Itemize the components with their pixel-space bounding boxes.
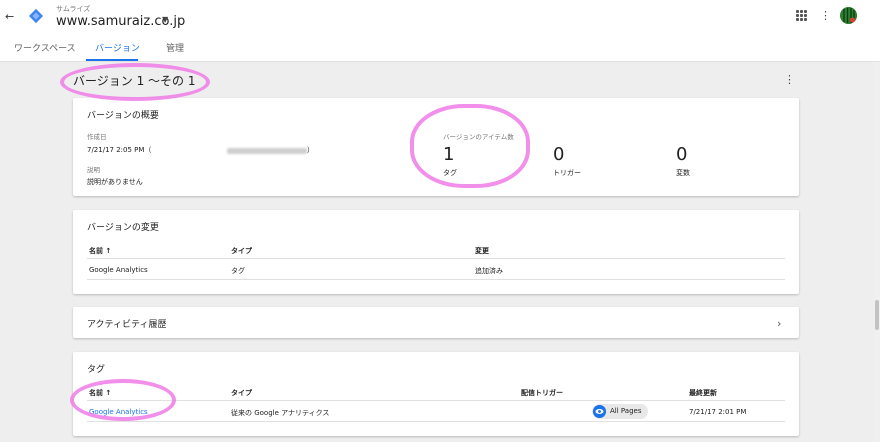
variable-count: 0 xyxy=(676,144,688,165)
tag-count: 1 xyxy=(443,144,455,165)
scrollbar-track[interactable] xyxy=(874,62,880,442)
card-title: バージョンの変更 xyxy=(87,223,159,233)
row-type: 従来の Google アナリティクス xyxy=(231,409,330,417)
trigger-count-label: トリガー xyxy=(553,169,581,177)
created-value: 7/21/17 2:05 PM（ xyxy=(87,146,152,154)
tag-name-link[interactable]: Google Analytics xyxy=(89,408,148,416)
column-header-type[interactable]: タイプ xyxy=(231,246,252,256)
card-title: アクティビティ履歴 xyxy=(87,320,167,330)
scrollbar-thumb[interactable] xyxy=(875,300,879,330)
more-vert-icon[interactable]: ⋮ xyxy=(784,73,795,86)
version-changes-card: バージョンの変更 名前 ↑ タイプ 変更 Google Analytics タグ… xyxy=(73,210,799,294)
created-suffix: ） xyxy=(307,146,314,154)
trigger-label: All Pages xyxy=(610,407,642,415)
row-last-updated: 7/21/17 2:01 PM xyxy=(689,408,747,416)
tag-count-label: タグ xyxy=(443,169,457,177)
divider xyxy=(87,400,785,401)
trigger-chip[interactable]: All Pages xyxy=(592,404,648,419)
description-value: 説明がありません xyxy=(87,178,143,186)
created-label: 作成日 xyxy=(87,133,107,141)
column-header-change[interactable]: 変更 xyxy=(475,246,489,256)
caret-down-icon[interactable]: ▼ xyxy=(162,15,168,24)
arrow-left-icon[interactable]: ← xyxy=(5,10,14,23)
column-header-name[interactable]: 名前 ↑ xyxy=(89,388,111,398)
column-header-type[interactable]: タイプ xyxy=(231,388,252,398)
card-title: バージョンの概要 xyxy=(87,111,159,121)
top-bar: ← サムライズ www.samuraiz.co.jp ▼ ⋮ xyxy=(0,0,880,34)
eye-icon xyxy=(593,405,606,418)
apps-grid-icon[interactable] xyxy=(796,10,807,21)
column-header-last-updated[interactable]: 最終更新 xyxy=(689,388,717,398)
card-title: タグ xyxy=(87,365,106,375)
tab-admin[interactable]: 管理 xyxy=(166,41,184,54)
tab-bar: ワークスペース バージョン 管理 xyxy=(0,34,880,62)
divider xyxy=(87,258,785,259)
row-type: タグ xyxy=(231,267,245,275)
avatar[interactable] xyxy=(840,7,857,24)
tab-workspace[interactable]: ワークスペース xyxy=(14,41,76,54)
active-tab-indicator xyxy=(86,59,138,61)
account-name: サムライズ xyxy=(56,5,91,13)
description-label: 説明 xyxy=(87,166,100,174)
more-vert-icon[interactable]: ⋮ xyxy=(820,9,831,22)
column-header-name[interactable]: 名前 ↑ xyxy=(89,246,111,256)
tag-manager-logo-icon xyxy=(28,8,44,24)
page-title: バージョン 1 ～その 1 xyxy=(73,74,196,88)
activity-history-card[interactable]: アクティビティ履歴 › xyxy=(73,307,799,338)
trigger-count: 0 xyxy=(553,144,565,165)
divider xyxy=(87,421,785,422)
chevron-right-icon[interactable]: › xyxy=(777,317,781,330)
divider xyxy=(87,279,785,280)
column-header-trigger[interactable]: 配信トリガー xyxy=(521,388,563,398)
row-change: 追加済み xyxy=(475,267,503,275)
items-count-label: バージョンのアイテム数 xyxy=(443,133,514,141)
redacted-email xyxy=(227,148,307,154)
tags-card: タグ 名前 ↑ タイプ 配信トリガー 最終更新 Google Analytics… xyxy=(73,352,799,436)
variable-count-label: 変数 xyxy=(676,169,690,177)
version-summary-card: バージョンの概要 作成日 7/21/17 2:05 PM（ ） 説明 説明があり… xyxy=(73,98,799,196)
row-name: Google Analytics xyxy=(89,266,148,274)
tab-versions[interactable]: バージョン xyxy=(95,41,140,54)
